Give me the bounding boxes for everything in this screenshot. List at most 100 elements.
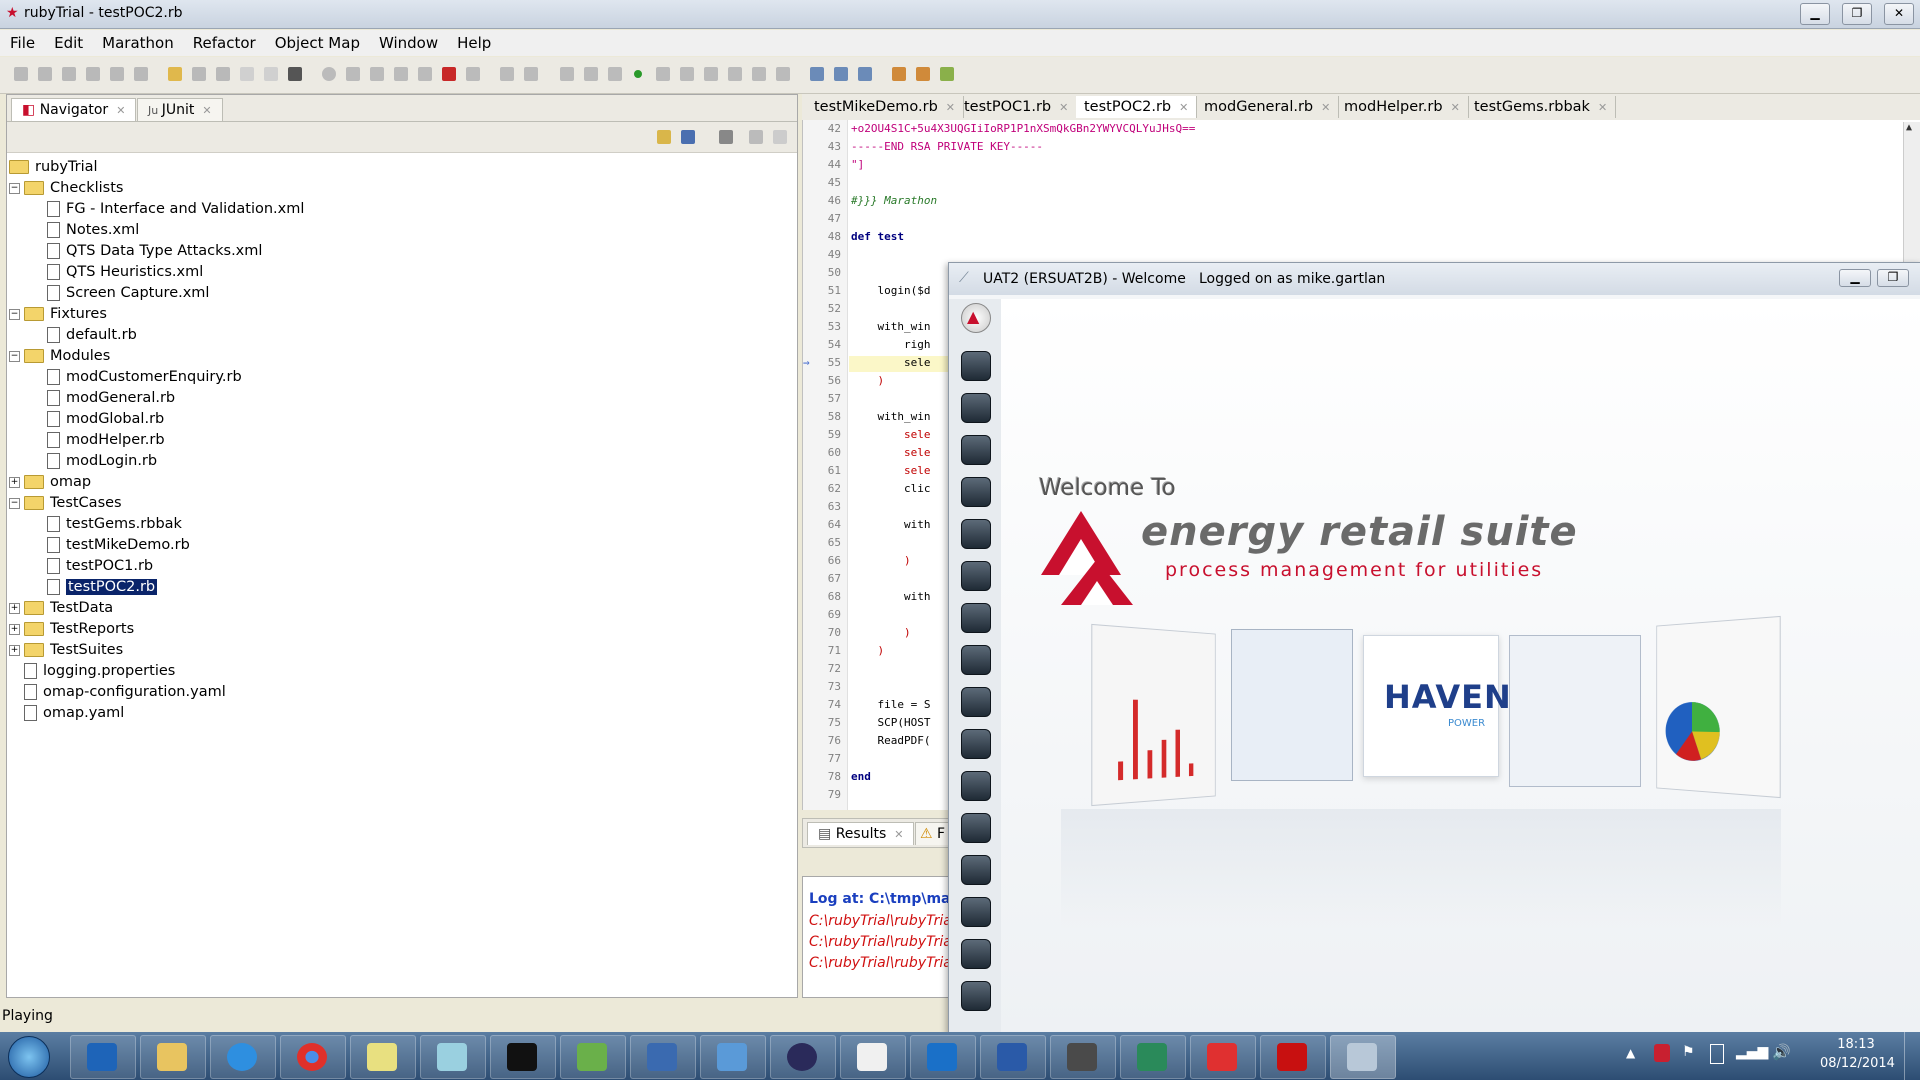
globe-icon[interactable] <box>961 561 991 591</box>
taskbar-app[interactable] <box>1120 1035 1186 1079</box>
dialog-minimize-button[interactable]: ▁ <box>1839 269 1871 287</box>
taskbar-vpn[interactable] <box>1050 1035 1116 1079</box>
open-app-icon[interactable] <box>500 67 514 81</box>
taskbar-ers[interactable] <box>1330 1035 1396 1079</box>
editor-tab[interactable]: testPOC1.rb ✕ <box>956 96 1078 118</box>
collapse-icon[interactable]: − <box>9 308 20 320</box>
editor-tab[interactable]: modGeneral.rb ✕ <box>1196 96 1340 118</box>
scroll-up-icon[interactable]: ▲ <box>1906 122 1912 133</box>
refresh-icon[interactable] <box>858 67 872 81</box>
volume-icon[interactable]: 🔊 <box>1772 1043 1791 1061</box>
tree-file[interactable]: modHelper.rb <box>47 430 165 450</box>
tab-junit[interactable]: Ju JUnit ✕ <box>137 98 223 121</box>
antivirus-icon[interactable] <box>1654 1044 1670 1062</box>
tree-folder[interactable]: + TestSuites <box>9 640 123 660</box>
flag-icon[interactable]: ⚑ <box>1682 1044 1695 1060</box>
document-icon[interactable] <box>776 67 790 81</box>
taskbar-remote[interactable] <box>700 1035 766 1079</box>
taskbar-explorer[interactable] <box>140 1035 206 1079</box>
tree-folder[interactable]: + TestData <box>9 598 113 618</box>
menu-edit[interactable]: Edit <box>44 30 92 52</box>
paste-icon[interactable] <box>264 67 278 81</box>
taskbar-eclipse[interactable] <box>770 1035 836 1079</box>
tray-expand-icon[interactable]: ▲ <box>1626 1046 1635 1060</box>
record-icon[interactable] <box>322 67 336 81</box>
tree-file[interactable]: Notes.xml <box>47 220 139 240</box>
tree-file[interactable]: testGems.rbbak <box>47 514 182 534</box>
object-map-icon[interactable] <box>810 67 824 81</box>
open-icon[interactable] <box>62 67 76 81</box>
maximize-button[interactable]: ❐ <box>1842 3 1872 25</box>
mpa-icon[interactable] <box>961 813 991 843</box>
close-icon[interactable]: ✕ <box>1451 101 1460 114</box>
collapse-icon[interactable]: − <box>9 350 20 362</box>
tree-file[interactable]: QTS Data Type Attacks.xml <box>47 241 262 261</box>
tree-folder[interactable]: + omap <box>9 472 91 492</box>
data-link-icon[interactable] <box>961 771 991 801</box>
tree-folder[interactable]: − Fixtures <box>9 304 107 324</box>
taskbar-lync[interactable] <box>910 1035 976 1079</box>
go-up-icon[interactable] <box>657 130 671 144</box>
taskbar-cmd[interactable] <box>490 1035 556 1079</box>
tree-folder[interactable]: rubyTrial <box>9 157 98 177</box>
close-icon[interactable]: ✕ <box>894 828 903 841</box>
printer-icon[interactable] <box>961 939 991 969</box>
fixture-icon[interactable] <box>916 67 930 81</box>
tree-file[interactable]: testPOC1.rb <box>47 556 153 576</box>
tree-file[interactable]: logging.properties <box>9 661 175 681</box>
tree-file[interactable]: modGeneral.rb <box>47 388 175 408</box>
redo-icon[interactable] <box>192 67 206 81</box>
expand-icon[interactable]: + <box>9 644 20 656</box>
resume-icon[interactable] <box>370 67 384 81</box>
tree-file[interactable]: testMikeDemo.rb <box>47 535 190 555</box>
taskbar-word-doc[interactable] <box>840 1035 906 1079</box>
show-desktop-button[interactable] <box>1904 1032 1920 1080</box>
notes-icon[interactable] <box>961 645 991 675</box>
close-app-icon[interactable] <box>524 67 538 81</box>
close-icon[interactable]: ✕ <box>202 104 211 117</box>
taskbar-ie[interactable] <box>210 1035 276 1079</box>
tree-folder[interactable]: − TestCases <box>9 493 122 513</box>
expand-icon[interactable]: + <box>9 602 20 614</box>
dialog-maximize-button[interactable]: ❐ <box>1877 269 1909 287</box>
tree-file[interactable]: testPOC2.rb <box>47 577 158 597</box>
menu-object-map[interactable]: Object Map <box>265 30 369 52</box>
new-file-icon[interactable] <box>38 67 52 81</box>
ideas-icon[interactable] <box>961 435 991 465</box>
slow-play-icon[interactable] <box>584 67 598 81</box>
result-line[interactable]: C:\rubyTrial\rubyTrial <box>809 955 956 971</box>
console-icon[interactable] <box>728 67 742 81</box>
tab-results[interactable]: ▤ Results ✕ <box>807 822 915 845</box>
signal-icon[interactable]: ▂▄▆ <box>1736 1044 1768 1060</box>
taskbar-notepad[interactable] <box>420 1035 486 1079</box>
search-icon[interactable] <box>288 67 302 81</box>
tree-file[interactable]: default.rb <box>47 325 137 345</box>
menu-marathon[interactable]: Marathon <box>92 30 183 52</box>
cut-icon[interactable] <box>216 67 230 81</box>
step-into-icon[interactable] <box>656 67 670 81</box>
save-as-icon[interactable] <box>110 67 124 81</box>
expand-icon[interactable]: + <box>9 623 20 635</box>
menu-window[interactable]: Window <box>369 30 447 52</box>
search-globe-icon[interactable] <box>961 603 991 633</box>
raw-record-icon[interactable] <box>466 67 480 81</box>
editor-tab[interactable]: testGems.rbbak ✕ <box>1466 96 1617 118</box>
taskbar-network[interactable] <box>630 1035 696 1079</box>
tree-file[interactable]: modCustomerEnquiry.rb <box>47 367 242 387</box>
object-map-edit-icon[interactable] <box>834 67 848 81</box>
tab-navigator[interactable]: ◧ Navigator ✕ <box>11 98 137 121</box>
clock[interactable]: 18:13 08/12/2014 <box>1820 1037 1895 1071</box>
editor-tab[interactable]: testPOC2.rb ✕ <box>1076 96 1198 118</box>
taskbar-editor[interactable] <box>560 1035 626 1079</box>
taskbar-acrobat[interactable] <box>1260 1035 1326 1079</box>
customers-icon[interactable] <box>961 351 991 381</box>
collapse-all-icon[interactable] <box>719 130 733 144</box>
dtn-icon[interactable] <box>961 687 991 717</box>
result-line[interactable]: C:\rubyTrial\rubyTrial <box>809 934 956 950</box>
tree-file[interactable]: omap-configuration.yaml <box>9 682 226 702</box>
pause-icon[interactable] <box>346 67 360 81</box>
editor-tab[interactable]: modHelper.rb ✕ <box>1336 96 1469 118</box>
tab-failures[interactable]: ⚠ F <box>915 822 951 845</box>
results-icon[interactable] <box>752 67 766 81</box>
checklist-icon[interactable] <box>940 67 954 81</box>
